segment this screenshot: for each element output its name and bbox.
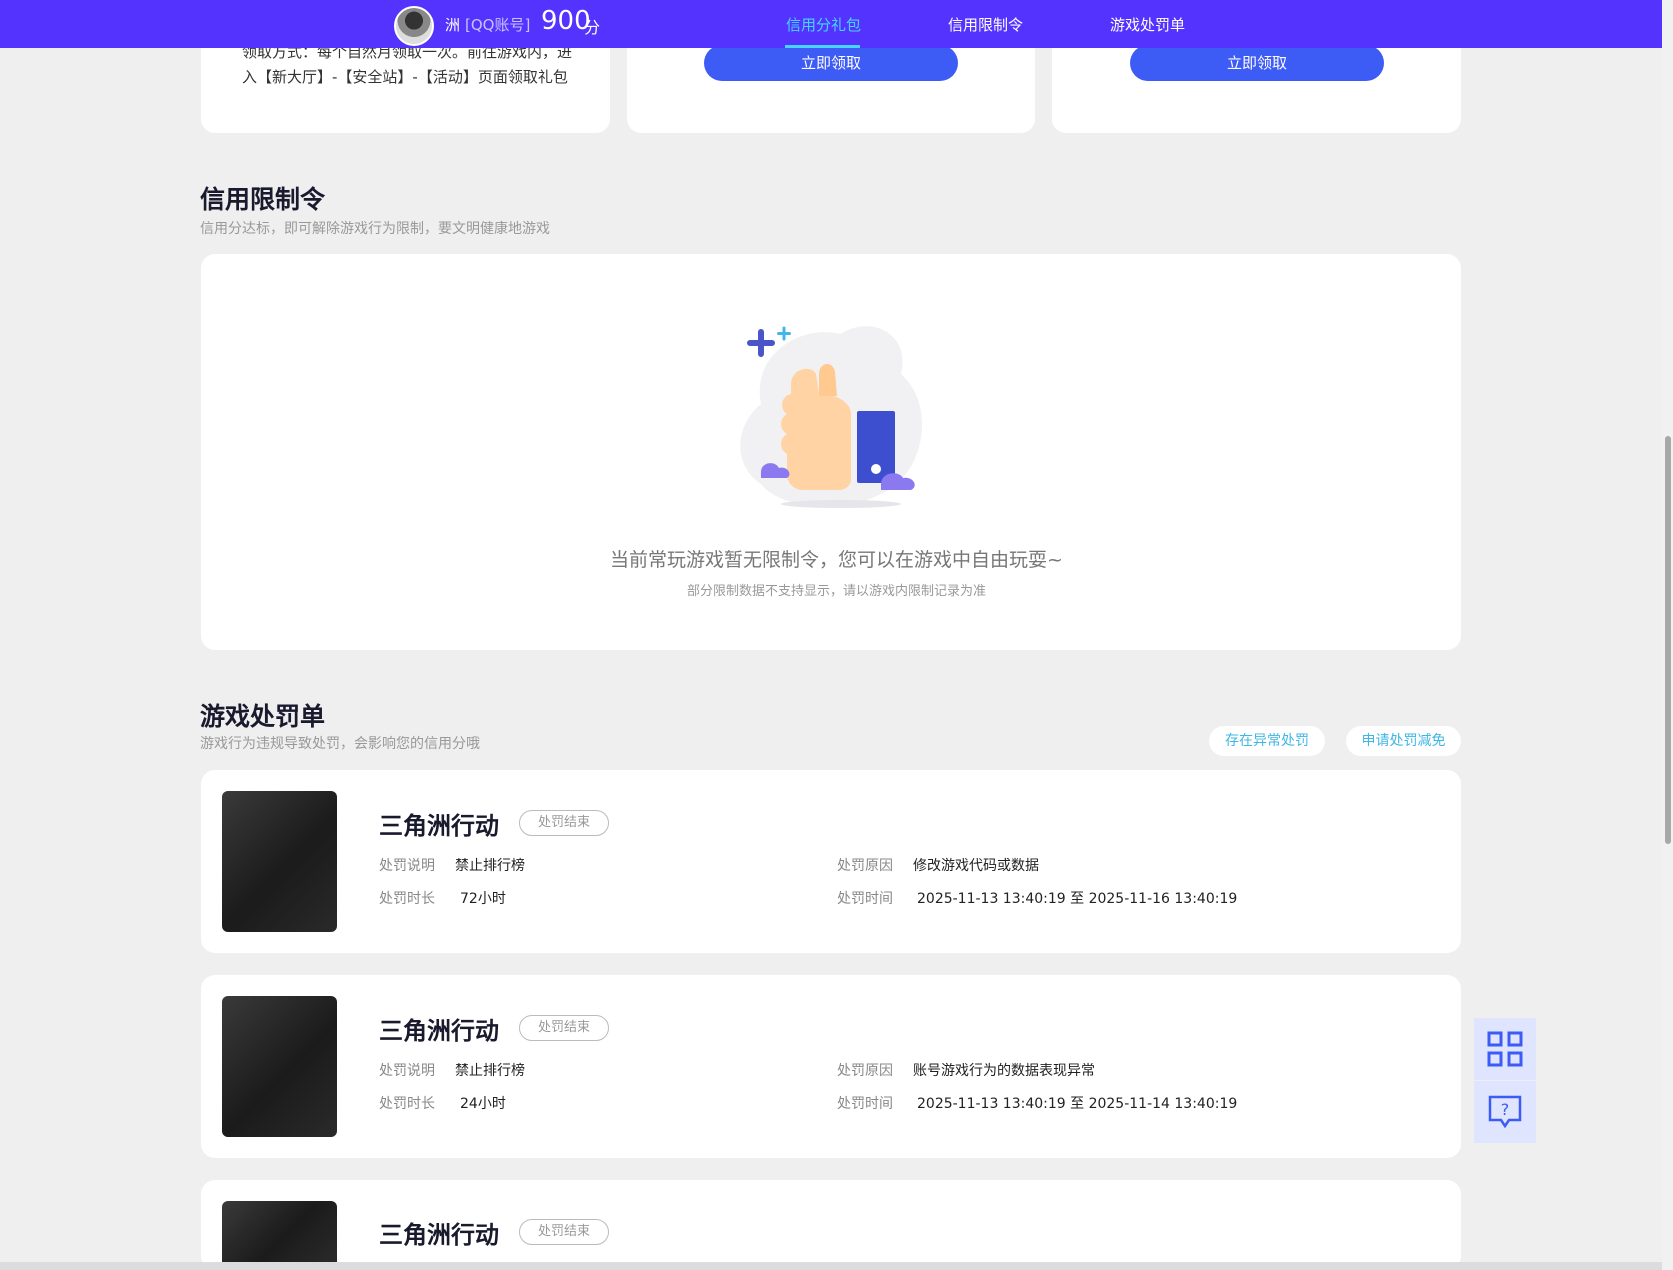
top-nav-bar: 洲 [QQ账号] 900 分 信用分礼包 信用限制令 游戏处罚单 xyxy=(0,0,1662,48)
penalty-section-title: 游戏处罚单 xyxy=(200,702,326,731)
desc-value: 禁止排行榜 xyxy=(455,1063,525,1079)
game-cover-image xyxy=(222,996,337,1137)
desc-value: 禁止排行榜 xyxy=(455,858,525,874)
restriction-section-subtitle: 信用分达标，即可解除游戏行为限制，要文明健康地游戏 xyxy=(200,221,550,237)
qr-code-icon xyxy=(1487,1031,1523,1067)
duration-label: 处罚时长 xyxy=(379,891,435,907)
active-tab-indicator xyxy=(785,45,860,48)
restriction-section-title: 信用限制令 xyxy=(200,185,326,214)
duration-value: 24小时 xyxy=(460,1096,506,1112)
time-label: 处罚时间 xyxy=(837,891,893,907)
penalty-section-subtitle: 游戏行为违规导致处罚，会影响您的信用分哦 xyxy=(200,736,480,752)
penalty-reduction-button[interactable]: 申请处罚减免 xyxy=(1346,726,1461,756)
tab-credit-gift[interactable]: 信用分礼包 xyxy=(786,14,861,35)
status-badge: 处罚结束 xyxy=(519,1219,609,1245)
claim-button-2[interactable]: 立即领取 xyxy=(704,45,958,81)
help-chat-icon: ? xyxy=(1488,1095,1522,1129)
account-type: [QQ账号] xyxy=(465,16,531,34)
credit-score-unit: 分 xyxy=(584,18,601,37)
duration-value: 72小时 xyxy=(460,891,506,907)
game-title: 三角洲行动 xyxy=(379,1221,499,1249)
tab-credit-restriction[interactable]: 信用限制令 xyxy=(948,14,1023,35)
game-cover-image xyxy=(222,791,337,932)
status-badge: 处罚结束 xyxy=(519,1015,609,1041)
bottom-edge xyxy=(0,1262,1662,1270)
game-title: 三角洲行动 xyxy=(379,1017,499,1045)
restriction-empty-message: 当前常玩游戏暂无限制令，您可以在游戏中自由玩耍~ xyxy=(610,549,1063,571)
desc-label: 处罚说明 xyxy=(379,1063,435,1079)
reason-value: 修改游戏代码或数据 xyxy=(913,858,1039,874)
game-title: 三角洲行动 xyxy=(379,812,499,840)
desc-label: 处罚说明 xyxy=(379,858,435,874)
reason-value: 账号游戏行为的数据表现异常 xyxy=(913,1063,1095,1079)
thumbs-up-illustration xyxy=(740,326,923,508)
restriction-empty-note: 部分限制数据不支持显示，请以游戏内限制记录为准 xyxy=(686,584,986,599)
help-feedback-button[interactable]: ? xyxy=(1474,1081,1536,1143)
status-badge: 处罚结束 xyxy=(519,810,609,836)
avatar[interactable] xyxy=(394,6,434,46)
time-value: 2025-11-13 13:40:19 至 2025-11-16 13:40:1… xyxy=(917,891,1238,907)
reason-label: 处罚原因 xyxy=(837,858,893,874)
scrollbar-thumb[interactable] xyxy=(1665,436,1671,844)
user-name: 洲 xyxy=(445,16,461,34)
duration-label: 处罚时长 xyxy=(379,1096,435,1112)
game-cover-image xyxy=(222,1201,337,1262)
claim-button-3[interactable]: 立即领取 xyxy=(1130,45,1384,81)
qr-code-button[interactable] xyxy=(1474,1018,1536,1080)
time-label: 处罚时间 xyxy=(837,1096,893,1112)
svg-text:?: ? xyxy=(1501,1100,1510,1119)
reason-label: 处罚原因 xyxy=(837,1063,893,1079)
abnormal-penalty-button[interactable]: 存在异常处罚 xyxy=(1209,726,1325,756)
time-value: 2025-11-13 13:40:19 至 2025-11-14 13:40:1… xyxy=(917,1096,1238,1112)
tab-game-penalty[interactable]: 游戏处罚单 xyxy=(1110,14,1185,35)
